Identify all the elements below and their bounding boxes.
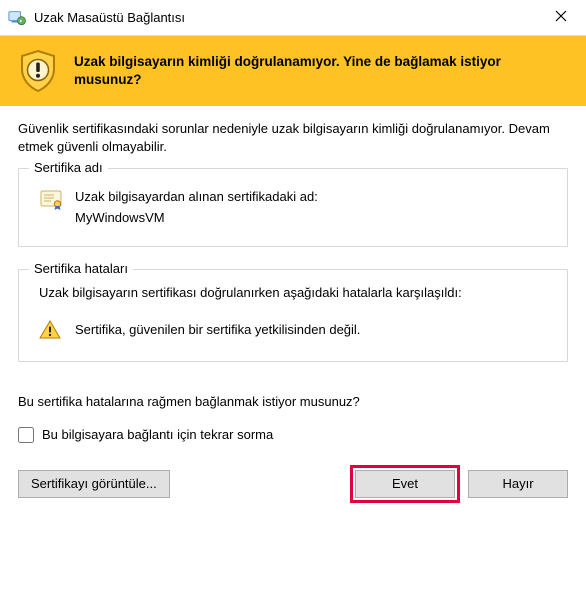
certificate-errors-intro: Uzak bilgisayarın sertifikası doğrulanır… xyxy=(33,282,553,317)
certificate-icon xyxy=(39,187,63,211)
certificate-error-item: Sertifika, güvenilen bir sertifika yetki… xyxy=(33,317,553,343)
no-button[interactable]: Hayır xyxy=(468,470,568,498)
certificate-errors-group: Sertifika hataları Uzak bilgisayarın ser… xyxy=(18,269,568,362)
warning-banner: Uzak bilgisayarın kimliği doğrulanamıyor… xyxy=(0,36,586,106)
close-button[interactable] xyxy=(538,0,584,36)
yes-button[interactable]: Evet xyxy=(355,470,455,498)
certificate-name-group: Sertifika adı Uzak bilgisayardan alınan … xyxy=(18,168,568,246)
yes-highlight: Evet xyxy=(350,465,460,503)
certificate-name-label: Uzak bilgisayardan alınan sertifikadaki … xyxy=(75,187,318,207)
dont-ask-again-checkbox[interactable] xyxy=(18,427,34,443)
content-area: Güvenlik sertifikasındaki sorunlar neden… xyxy=(0,106,586,394)
certificate-error-text: Sertifika, güvenilen bir sertifika yetki… xyxy=(75,322,360,337)
titlebar: Uzak Masaüstü Bağlantısı xyxy=(0,0,586,36)
certificate-name-value: MyWindowsVM xyxy=(75,208,318,228)
rdc-app-icon xyxy=(8,9,26,27)
certificate-name-title: Sertifika adı xyxy=(29,160,108,175)
dont-ask-again-label: Bu bilgisayara bağlantı için tekrar sorm… xyxy=(42,427,273,442)
shield-warning-icon xyxy=(18,49,58,93)
dont-ask-again-row[interactable]: Bu bilgisayara bağlantı için tekrar sorm… xyxy=(0,427,586,443)
close-icon xyxy=(555,9,567,27)
confirm-question: Bu sertifika hatalarına rağmen bağlanmak… xyxy=(0,394,586,409)
button-row: Sertifikayı görüntüle... Evet Hayır xyxy=(0,465,586,517)
view-certificate-button[interactable]: Sertifikayı görüntüle... xyxy=(18,470,170,498)
window-title: Uzak Masaüstü Bağlantısı xyxy=(34,10,538,25)
intro-text: Güvenlik sertifikasındaki sorunlar neden… xyxy=(18,120,568,156)
certificate-errors-title: Sertifika hataları xyxy=(29,261,133,276)
warning-triangle-icon xyxy=(39,319,61,341)
banner-text: Uzak bilgisayarın kimliği doğrulanamıyor… xyxy=(74,53,568,89)
